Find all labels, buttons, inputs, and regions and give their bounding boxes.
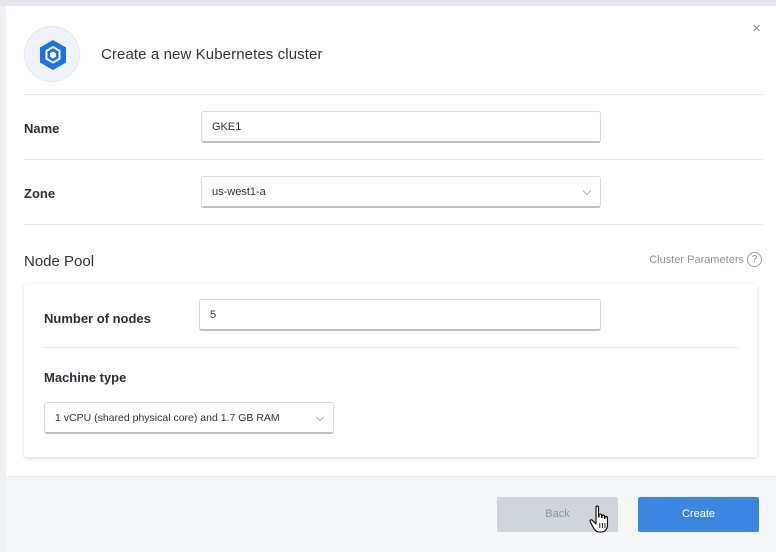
- gke-hexagon-icon: [40, 40, 66, 70]
- zone-select[interactable]: us-west1-a: [201, 176, 601, 208]
- divider: [24, 94, 763, 95]
- divider: [24, 224, 763, 225]
- help-icon[interactable]: ?: [747, 252, 762, 267]
- name-input-value: GKE1: [212, 121, 242, 133]
- dialog-title: Create a new Kubernetes cluster: [101, 46, 323, 63]
- zone-label: Zone: [24, 186, 56, 201]
- machine-type-value: 1 vCPU (shared physical core) and 1.7 GB…: [55, 412, 280, 424]
- cluster-parameters-link[interactable]: Cluster Parameters: [649, 254, 744, 266]
- create-cluster-dialog: × Create a new Kubernetes cluster Name G…: [6, 6, 776, 552]
- dialog-footer: Back Create: [6, 476, 776, 552]
- divider: [24, 159, 763, 160]
- name-label: Name: [24, 121, 60, 136]
- hand-pointer-cursor-icon: [589, 505, 609, 533]
- divider: [44, 347, 738, 348]
- node-pool-title: Node Pool: [24, 253, 95, 270]
- zone-select-value: us-west1-a: [212, 186, 266, 198]
- machine-type-select[interactable]: 1 vCPU (shared physical core) and 1.7 GB…: [44, 402, 334, 434]
- chevron-down-icon: [315, 412, 325, 422]
- number-of-nodes-input[interactable]: 5: [199, 299, 601, 331]
- nodes-label: Number of nodes: [44, 311, 151, 326]
- machine-type-label: Machine type: [44, 370, 127, 385]
- node-pool-panel: Number of nodes 5 Machine type 1 vCPU (s…: [24, 284, 757, 457]
- nodes-input-value: 5: [210, 309, 217, 321]
- kubernetes-engine-logo: [24, 26, 80, 82]
- name-input[interactable]: GKE1: [201, 111, 601, 143]
- create-button[interactable]: Create: [638, 497, 759, 532]
- dialog-header: Create a new Kubernetes cluster: [6, 6, 776, 96]
- chevron-down-icon: [582, 186, 592, 196]
